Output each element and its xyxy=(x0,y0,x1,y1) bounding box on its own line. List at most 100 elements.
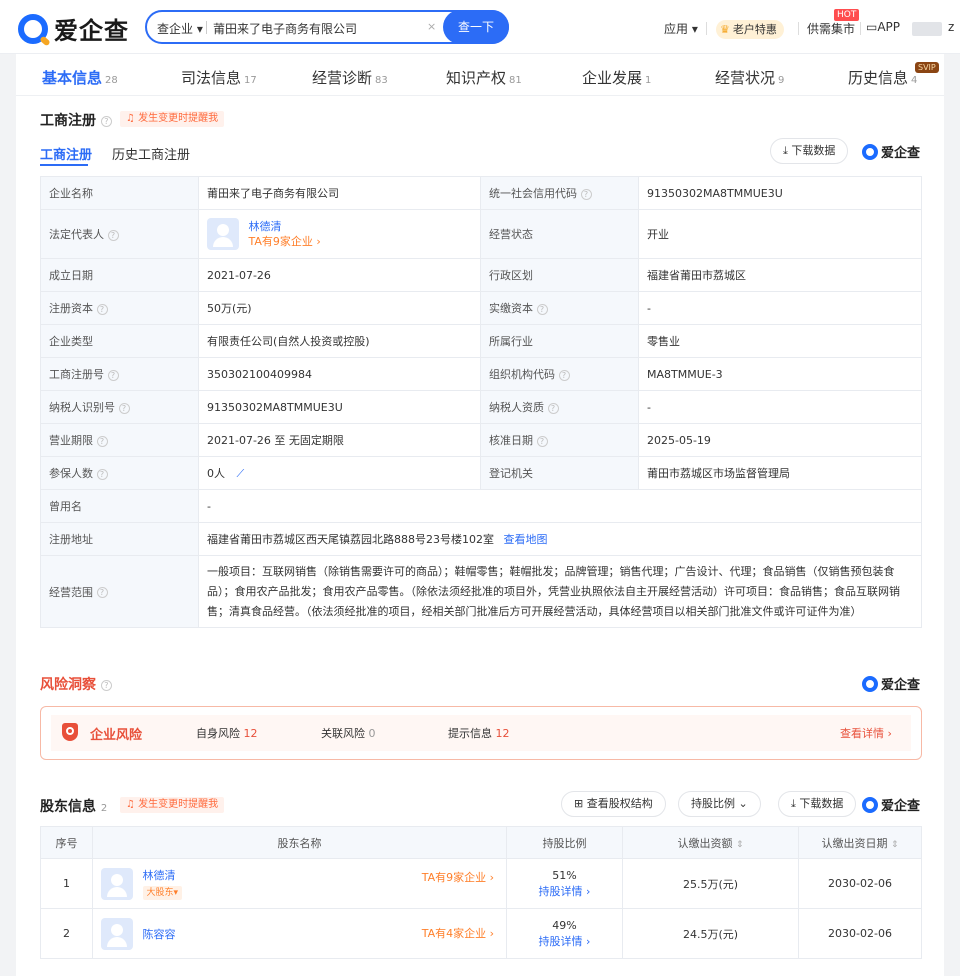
structure-icon: ⊞ xyxy=(574,797,587,810)
label-authority: 登记机关 xyxy=(480,456,639,490)
col-date[interactable]: 认缴出资日期 ⇕ xyxy=(798,826,922,859)
vip-promo-button[interactable]: ♛ 老户特惠 xyxy=(716,20,784,39)
row-ratio: 51% 持股详情 › xyxy=(506,858,623,909)
download-data-button[interactable]: ⤓ 下载数据 xyxy=(770,138,849,164)
search-button[interactable]: 查一下 xyxy=(443,10,509,44)
row-ratio: 49% 持股详情 › xyxy=(506,908,623,959)
value-region: 福建省莆田市荔城区 xyxy=(638,258,922,292)
label-term: 营业期限 ? xyxy=(40,423,199,457)
tab-history[interactable]: 历史信息 4 xyxy=(848,67,917,88)
label-industry: 所属行业 xyxy=(480,324,639,358)
question-circle-icon[interactable]: ? xyxy=(100,679,112,691)
shield-icon xyxy=(62,723,78,741)
shareholder-companies-link[interactable]: TA有9家企业 › xyxy=(422,869,494,885)
change-remind-button[interactable]: ♫ 发生变更时提醒我 xyxy=(120,111,225,127)
label-org-code: 组织机构代码 ? xyxy=(480,357,639,391)
question-circle-icon[interactable]: ? xyxy=(580,188,592,200)
subtab-current-registration[interactable]: 工商注册 xyxy=(40,144,92,163)
question-circle-icon[interactable]: ? xyxy=(536,435,548,447)
brand-logo: 爱企查 xyxy=(862,674,920,693)
risk-detail-link[interactable]: 查看详情 › xyxy=(840,725,892,741)
section-tabs: 基本信息 28 司法信息 17 经营诊断 83 知识产权 81 企业发展 1 经营状况 9 … xyxy=(16,54,944,96)
col-amount[interactable]: 认缴出资额 ⇕ xyxy=(622,826,799,859)
logo-text: 爱企查 xyxy=(54,17,129,45)
value-former-name: - xyxy=(198,489,922,523)
app-download-link[interactable]: ▭APP xyxy=(866,20,900,34)
value-paid-capital: - xyxy=(638,291,922,325)
row-amount: 25.5万(元) xyxy=(622,858,799,909)
value-found-date: 2021-07-26 xyxy=(198,258,481,292)
major-shareholder-tag[interactable]: 大股东▾ xyxy=(142,885,183,900)
label-company-name: 企业名称 xyxy=(40,176,199,210)
value-type: 有限责任公司(自然人投资或控股) xyxy=(198,324,481,358)
divider xyxy=(706,22,707,35)
holding-detail-link[interactable]: 持股详情 › xyxy=(539,935,591,948)
ratio-dropdown-button[interactable]: 持股比例 ⌄ xyxy=(678,791,761,817)
self-risk[interactable]: 自身风险 12 xyxy=(196,725,258,741)
label-scope: 经营范围 ? xyxy=(40,555,199,628)
sort-icon: ⇕ xyxy=(735,839,744,850)
label-status: 经营状态 xyxy=(480,209,639,259)
tab-operation[interactable]: 经营状况 9 xyxy=(715,67,784,88)
value-industry: 零售业 xyxy=(638,324,922,358)
value-credit-code: 91350302MA8TMMUE3U xyxy=(638,176,922,210)
user-name[interactable]: z xyxy=(948,20,954,34)
hot-badge: HOT xyxy=(834,9,860,21)
subtab-underline xyxy=(40,164,88,166)
supply-market-link[interactable]: 供需集市 xyxy=(807,20,855,37)
question-circle-icon[interactable]: ? xyxy=(96,587,108,598)
shareholder-link[interactable]: 陈容容 xyxy=(143,926,176,942)
question-circle-icon[interactable]: ? xyxy=(107,229,119,241)
search-box[interactable]: 查企业 ▾ 莆田来了电子商务有限公司 × 查一下 xyxy=(145,10,509,44)
col-ratio: 持股比例 xyxy=(506,826,623,859)
holding-detail-link[interactable]: 持股详情 › xyxy=(539,885,591,898)
change-remind-button[interactable]: ♫ 发生变更时提醒我 xyxy=(120,797,225,813)
label-region: 行政区划 xyxy=(480,258,639,292)
question-circle-icon[interactable]: ? xyxy=(107,369,119,381)
shareholder-link[interactable]: 林德清 xyxy=(143,868,183,884)
bell-icon: ♫ xyxy=(126,799,139,810)
tab-judicial[interactable]: 司法信息 17 xyxy=(181,67,257,88)
question-circle-icon[interactable]: ? xyxy=(96,468,108,480)
tab-ip[interactable]: 知识产权 81 xyxy=(446,67,522,88)
tab-basic-info[interactable]: 基本信息 28 xyxy=(42,67,118,88)
shareholder-companies-link[interactable]: TA有4家企业 › xyxy=(422,925,494,941)
question-circle-icon[interactable]: ? xyxy=(536,303,548,315)
question-circle-icon[interactable]: ? xyxy=(118,402,130,414)
divider xyxy=(798,22,799,35)
download-data-button[interactable]: ⤓ 下载数据 xyxy=(778,791,857,817)
avatar xyxy=(207,218,239,250)
question-circle-icon[interactable]: ? xyxy=(558,369,570,381)
value-org-code: MA8TMMUE-3 xyxy=(638,357,922,391)
logo-mark-icon xyxy=(862,143,878,160)
question-circle-icon[interactable]: ? xyxy=(547,402,559,414)
legal-rep-companies-link[interactable]: TA有9家企业 › xyxy=(249,234,321,249)
user-avatar[interactable] xyxy=(912,22,942,36)
tab-diagnosis[interactable]: 经营诊断 83 xyxy=(312,67,388,88)
view-equity-structure-button[interactable]: ⊞ 查看股权结构 xyxy=(561,791,666,817)
search-divider xyxy=(206,21,207,34)
value-approve-date: 2025-05-19 xyxy=(638,423,922,457)
row-no: 2 xyxy=(40,908,93,959)
logo[interactable]: 爱企查 xyxy=(18,11,129,46)
tab-development[interactable]: 企业发展 1 xyxy=(582,67,651,88)
question-circle-icon[interactable]: ? xyxy=(96,303,108,315)
row-amount: 24.5万(元) xyxy=(622,908,799,959)
avatar xyxy=(101,917,133,950)
apps-menu[interactable]: 应用 ▾ xyxy=(664,20,698,37)
subtab-history-registration[interactable]: 历史工商注册 xyxy=(112,144,190,163)
legal-rep-link[interactable]: 林德清 xyxy=(249,219,321,234)
clear-icon[interactable]: × xyxy=(427,20,436,33)
search-input[interactable]: 莆田来了电子商务有限公司 xyxy=(213,20,357,37)
chevron-down-icon: ⌄ xyxy=(738,797,748,810)
hint-info[interactable]: 提示信息 12 xyxy=(448,725,510,741)
question-circle-icon[interactable]: ? xyxy=(100,115,112,127)
enterprise-risk-label: 企业风险 xyxy=(90,728,143,743)
question-circle-icon[interactable]: ? xyxy=(96,435,108,447)
label-approve-date: 核准日期 ? xyxy=(480,423,639,457)
row-name: 陈容容 TA有4家企业 › xyxy=(92,908,507,959)
view-map-link[interactable]: 查看地图 xyxy=(504,533,548,546)
related-risk[interactable]: 关联风险 0 xyxy=(321,725,376,741)
search-type-select[interactable]: 查企业 ▾ xyxy=(157,20,203,37)
trend-chart-icon[interactable]: ⟋ xyxy=(237,467,245,480)
